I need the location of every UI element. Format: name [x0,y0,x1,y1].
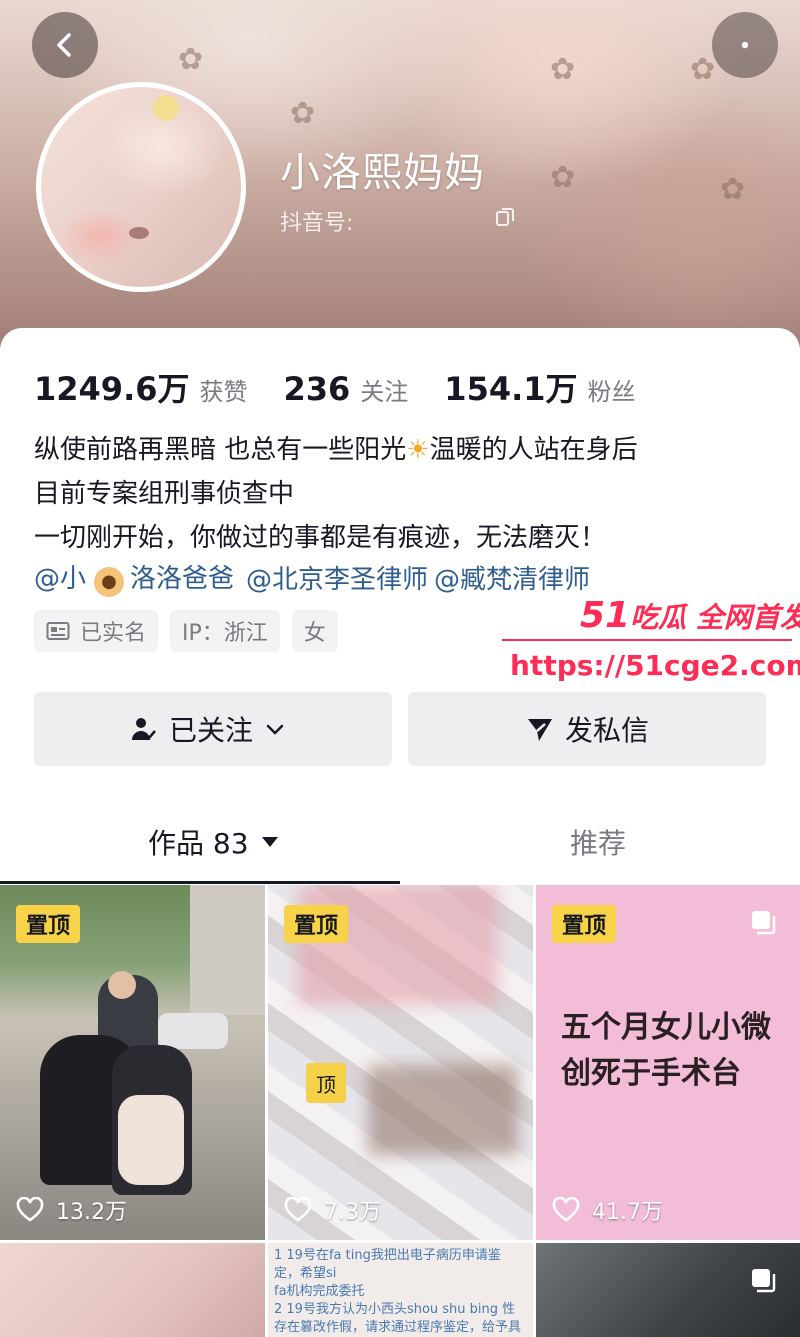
video-thumbnail[interactable] [536,1243,800,1337]
multi-image-icon [752,1269,776,1293]
triangle-down-icon [261,837,278,847]
mention-link[interactable]: @小 ● 洛洛爸爸 [34,558,240,597]
video-likes: 7.3万 [284,1194,381,1226]
heart-icon [284,1197,312,1222]
video-cover-text: 1 19号在fa ting我把出电子病历申请鉴定，希望si fa机构完成委托 2… [274,1248,522,1335]
profile-nickname: 小洛熙妈妈 [280,150,485,196]
more-options-button[interactable] [712,12,778,78]
video-cover-text: 五个月女儿小微创死于手术台 [561,1010,771,1091]
tab-works[interactable]: 作品 83 [148,822,281,862]
bio-mentions: @小 ● 洛洛爸爸 @北京李圣律师 @臧梵清律师 [34,558,596,597]
watermark-brand: 51吃瓜 全网首发 [580,595,800,636]
verified-tag[interactable]: 已实名 [34,610,159,652]
video-thumbnail[interactable]: 置顶 五个月女儿小微创死于手术台 41.7万 [536,885,800,1240]
cover-pattern-icon: ✿ [690,52,716,87]
watermark-divider [502,639,792,641]
id-card-icon [46,622,70,640]
message-button[interactable]: 发私信 [408,692,766,766]
cover-pattern-icon: ✿ [720,172,746,207]
douyin-id-label: 抖音号: [280,211,354,236]
profile-bio: 纵使前路再黑暗 也总有一些阳光☀温暖的人站在身后 目前专案组刑事侦查中 一切刚开… [34,428,638,560]
profile-tags: 已实名 IP：浙江 女 [34,610,350,652]
bio-line: 目前专案组刑事侦查中 [34,479,295,509]
avatar[interactable] [36,82,246,292]
heart-icon [552,1197,580,1222]
stats-row: 1249.6万 获赞 236 关注 154.1万 粉丝 [34,364,636,410]
send-icon [527,719,552,741]
pinned-badge: 置顶 [552,905,617,943]
video-thumbnail[interactable]: 顶 置顶 7.3万 [268,885,533,1240]
video-thumbnail[interactable] [0,1243,265,1337]
chevron-down-icon [266,724,284,735]
likes-count: 1249.6万 [34,370,190,408]
profile-tabs: 作品 83 推荐 [0,808,800,878]
following-count[interactable]: 236 [284,370,351,408]
dog-emoji-icon: ● [94,566,125,597]
video-grid: 置顶 13.2万 顶 置顶 7.3万 置顶 五个月女儿小微创死于手术台 41.7… [0,885,800,1337]
multi-image-icon [752,911,776,935]
back-button[interactable] [32,12,98,78]
following-label[interactable]: 关注 [360,372,408,407]
copy-icon[interactable] [494,206,516,228]
pinned-badge: 置顶 [16,905,81,943]
mention-link[interactable]: @北京李圣律师 [246,559,428,596]
pinned-badge: 置顶 [284,905,349,943]
bio-line: 一切刚开始，你做过的事都是有痕迹，无法磨灭！ [34,523,607,553]
avatar-detail [153,95,179,121]
video-likes: 13.2万 [16,1194,127,1226]
cover-pattern-icon: ✿ [550,160,576,195]
likes-label: 获赞 [199,378,248,406]
video-likes: 41.7万 [552,1194,663,1226]
active-tab-indicator [0,881,400,884]
followers-count[interactable]: 154.1万 [444,364,577,410]
avatar-detail [129,227,149,239]
cover-pattern-icon: ✿ [290,96,316,131]
tab-recommend[interactable]: 推荐 [570,822,626,862]
ip-location-tag: IP：浙江 [170,610,280,652]
cover-pattern-icon: ✿ [178,42,204,77]
watermark-url: https://51cge2.com [510,649,800,682]
heart-icon [16,1197,44,1222]
gender-tag: 女 [291,610,338,652]
image-sticker: 顶 [306,1063,346,1103]
more-dots-icon [741,41,749,49]
back-arrow-icon [57,33,71,57]
mention-link[interactable]: @臧梵清律师 [434,559,590,596]
watermark: 51吃瓜 全网首发 https://51cge2.com [500,595,800,695]
following-button[interactable]: 已关注 [34,692,392,766]
cover-pattern-icon: ✿ [550,52,576,87]
video-thumbnail[interactable]: 1 19号在fa ting我把出电子病历申请鉴定，希望si fa机构完成委托 2… [268,1243,533,1337]
followers-label[interactable]: 粉丝 [588,372,636,407]
bio-line: 纵使前路再黑暗 也总有一些阳光☀温暖的人站在身后 [34,435,638,465]
video-thumbnail[interactable]: 置顶 13.2万 [0,885,265,1240]
sun-emoji-icon: ☀ [406,435,430,465]
user-check-icon [131,718,156,740]
